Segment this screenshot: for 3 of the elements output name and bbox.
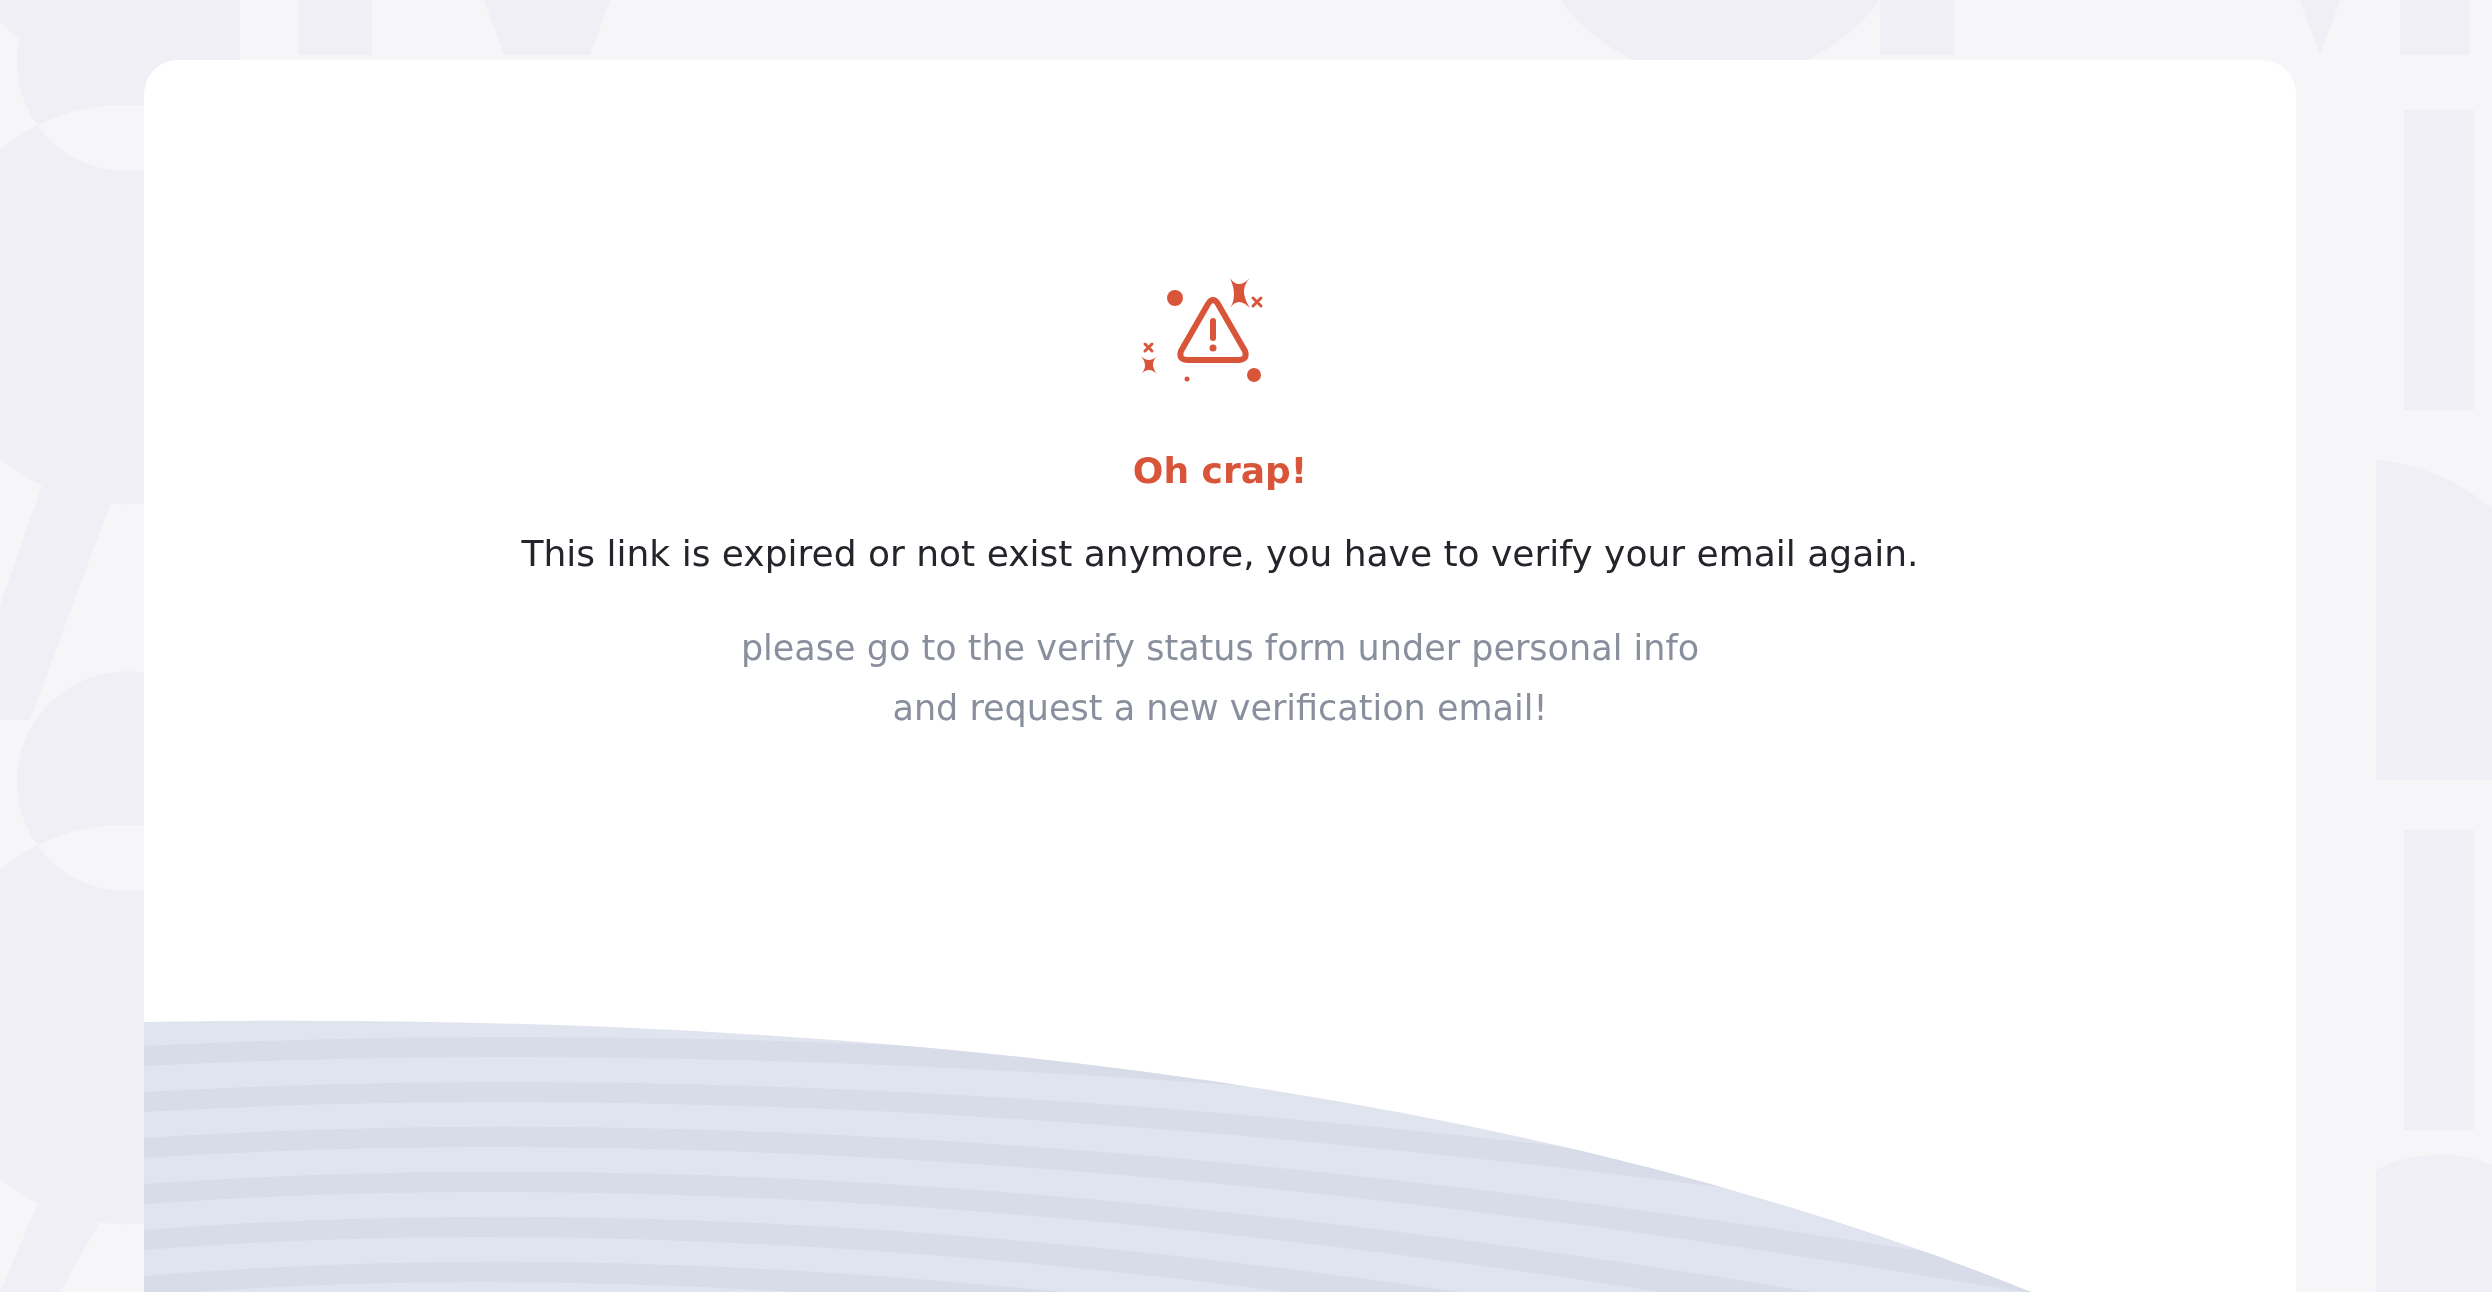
hint-text: please go to the verify status form under personal info and request a new verification email! [740, 627, 1700, 730]
alert-message: This link is expired or not exist anymore, you have to verify your email again. [521, 533, 1919, 574]
alert-title: Oh crap! [1132, 450, 1308, 491]
